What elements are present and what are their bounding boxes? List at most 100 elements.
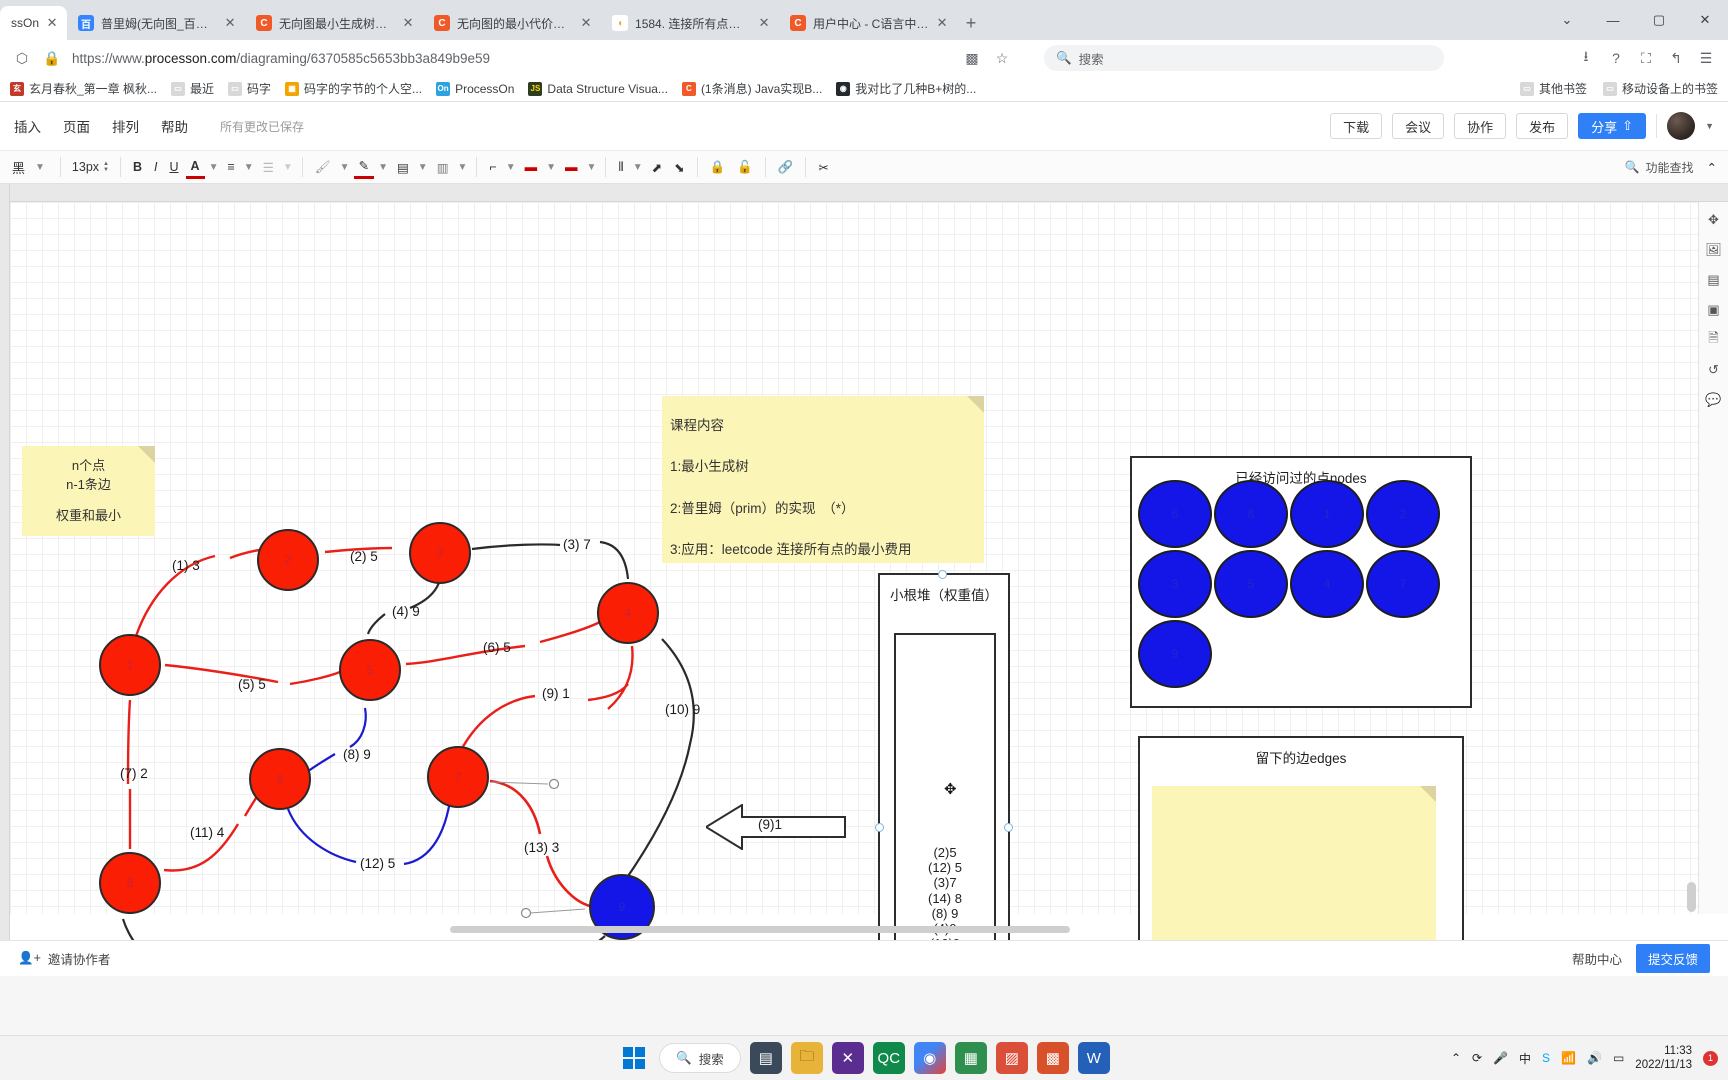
taskbar-clock[interactable]: 11:33 2022/11/13 bbox=[1635, 1044, 1692, 1073]
note-course-content[interactable]: 课程内容 1:最小生成树 2:普里姆（prim）的实现 （*） 3:应用：lee… bbox=[662, 396, 984, 563]
share-button[interactable]: 分享 ⇧ bbox=[1578, 113, 1647, 139]
menu-icon[interactable]: ☰ bbox=[1696, 48, 1716, 68]
new-tab-button[interactable]: + bbox=[957, 9, 985, 37]
tray-skype-icon[interactable]: S bbox=[1542, 1051, 1550, 1065]
download-icon[interactable]: ⭳ bbox=[1576, 48, 1596, 68]
search-input[interactable]: 🔍 搜索 bbox=[1044, 45, 1444, 71]
tray-battery-icon[interactable]: ▭ bbox=[1613, 1051, 1624, 1065]
italic-button[interactable]: I bbox=[149, 155, 162, 179]
download-button[interactable]: 下载 bbox=[1330, 113, 1383, 139]
minimize-icon[interactable]: — bbox=[1590, 3, 1636, 37]
stepper-icon[interactable]: ▲ ▼ bbox=[103, 161, 109, 173]
graph-node[interactable]: 5 bbox=[339, 639, 401, 701]
menu-item-insert[interactable]: 插入 bbox=[14, 116, 41, 136]
chevron-down-icon[interactable]: ▼ bbox=[338, 155, 352, 179]
app-icon[interactable]: ▩ bbox=[1036, 1042, 1069, 1074]
align-objects-button[interactable]: ⫴ bbox=[613, 155, 628, 179]
bookmark-star-icon[interactable]: ☆ bbox=[992, 48, 1012, 68]
curve-type-button[interactable]: ⌐ bbox=[484, 155, 501, 179]
chevron-down-icon[interactable]: ▼ bbox=[207, 155, 221, 179]
tab-close-icon[interactable]: ✕ bbox=[758, 15, 770, 31]
tray-volume-icon[interactable]: 🔊 bbox=[1587, 1051, 1602, 1065]
frame-icon[interactable]: ▣ bbox=[1703, 300, 1725, 320]
tab-close-icon[interactable]: ✕ bbox=[46, 15, 58, 31]
close-window-icon[interactable]: ✕ bbox=[1682, 3, 1728, 37]
graph-node[interactable]: 3 bbox=[409, 522, 471, 584]
line-weight-button[interactable]: ▤ bbox=[392, 155, 414, 179]
remaining-edges-note[interactable] bbox=[1152, 786, 1436, 940]
bookmark-item[interactable]: On ProcessOn bbox=[436, 81, 514, 96]
invite-collaborator-label[interactable]: 邀请协作者 bbox=[48, 949, 111, 968]
chevron-down-icon[interactable]: ▼ bbox=[504, 155, 518, 179]
collaborate-button[interactable]: 协作 bbox=[1454, 113, 1507, 139]
graph-node[interactable]: 1 bbox=[99, 634, 161, 696]
diagram-canvas[interactable]: n个点 n-1条边 权重和最小 课程内容 1:最小生成树 2:普里姆（prim）… bbox=[0, 184, 1728, 940]
start-button[interactable] bbox=[618, 1042, 650, 1074]
browser-tab[interactable]: C 无向图最小生成树Prim（普里 ✕ bbox=[245, 6, 424, 40]
qrcode-icon[interactable]: ▩ bbox=[962, 48, 982, 68]
chevron-down-icon[interactable]: ▼ bbox=[1705, 121, 1714, 131]
list-button[interactable]: ☰ bbox=[258, 155, 279, 179]
browser-tab[interactable]: ssOn ✕ bbox=[0, 6, 68, 40]
chevron-down-icon[interactable]: ▼ bbox=[242, 155, 256, 179]
line-end-button[interactable]: ▬ bbox=[560, 155, 583, 179]
bookmark-item[interactable]: JS Data Structure Visua... bbox=[528, 81, 668, 96]
visited-node[interactable]: 6 bbox=[1138, 480, 1212, 548]
lock-icon[interactable]: 🔒 bbox=[42, 48, 62, 68]
link-icon[interactable]: 🔗 bbox=[773, 155, 799, 179]
wps-icon[interactable]: W bbox=[1077, 1042, 1110, 1074]
browser-tab[interactable]: 百 普里姆(无向图_百度搜索 ✕ bbox=[67, 6, 246, 40]
bring-forward-button[interactable]: ⬈ bbox=[647, 155, 667, 179]
shield-icon[interactable]: ⬡ bbox=[12, 48, 32, 68]
visited-node[interactable]: 2 bbox=[1366, 480, 1440, 548]
bold-button[interactable]: B bbox=[128, 155, 147, 179]
graph-node[interactable]: 2 bbox=[257, 529, 319, 591]
tray-mic-icon[interactable]: 🎤 bbox=[1493, 1051, 1508, 1065]
visited-node[interactable]: 5 bbox=[1214, 550, 1288, 618]
browser-tab[interactable]: ◖ 1584. 连接所有点的最小费用 - ✕ bbox=[601, 6, 780, 40]
font-size-input[interactable]: 13px ▲ ▼ bbox=[68, 160, 113, 174]
tab-search-chevron-icon[interactable]: ⌄ bbox=[1544, 3, 1590, 37]
feature-search[interactable]: 🔍 功能查找 bbox=[1625, 159, 1700, 176]
tab-close-icon[interactable]: ✕ bbox=[224, 15, 236, 31]
browser-tab[interactable]: C 用户中心 - C语言中文网 ✕ bbox=[779, 6, 958, 40]
browser-tab[interactable]: C 无向图的最小代价生成树之普里 ✕ bbox=[423, 6, 602, 40]
text-color-button[interactable]: A bbox=[185, 155, 205, 179]
page-icon[interactable]: 🗎 bbox=[1703, 330, 1725, 350]
lock-icon[interactable]: 🔒 bbox=[705, 155, 731, 179]
chevron-down-icon[interactable]: ▼ bbox=[585, 155, 599, 179]
app-icon[interactable]: ▦ bbox=[954, 1042, 987, 1074]
chevron-down-icon[interactable]: ▼ bbox=[416, 155, 430, 179]
menu-item-help[interactable]: 帮助 bbox=[161, 116, 188, 136]
send-backward-button[interactable]: ⬊ bbox=[669, 155, 689, 179]
note-definition[interactable]: n个点 n-1条边 权重和最小 bbox=[22, 446, 155, 536]
line-start-button[interactable]: ▬ bbox=[520, 155, 543, 179]
fill-color-button[interactable]: 🖌 bbox=[310, 155, 336, 179]
mobile-bookmarks-item[interactable]: ▭ 移动设备上的书签 bbox=[1602, 80, 1718, 97]
scrollbar-thumb[interactable] bbox=[450, 926, 1070, 933]
min-heap-panel[interactable]: 小根堆（权重值） (2)5 (12) 5 (3)7 (14) 8 (8) 9 (… bbox=[875, 570, 1013, 940]
graph-node[interactable]: 8 bbox=[99, 852, 161, 914]
font-family-select[interactable]: 黑 ▼ bbox=[6, 155, 53, 179]
app-icon[interactable]: ▨ bbox=[995, 1042, 1028, 1074]
graph-node[interactable]: 6 bbox=[249, 748, 311, 810]
other-bookmarks-item[interactable]: ▭ 其他书签 bbox=[1519, 80, 1587, 97]
format-painter-icon[interactable]: ✂ bbox=[813, 155, 833, 179]
resize-handle-top[interactable] bbox=[938, 570, 947, 579]
history-icon[interactable]: ↺ bbox=[1703, 360, 1725, 380]
taskview-icon[interactable]: ▤ bbox=[749, 1042, 782, 1074]
graph-node[interactable]: 7 bbox=[427, 746, 489, 808]
tab-close-icon[interactable]: ✕ bbox=[580, 15, 592, 31]
bookmark-item[interactable]: ▭ 码字 bbox=[228, 80, 271, 97]
image-icon[interactable]: 🖼 bbox=[1703, 240, 1725, 260]
bookmark-item[interactable]: ▭ 最近 bbox=[171, 80, 214, 97]
visited-node[interactable]: 4 bbox=[1290, 550, 1364, 618]
vertical-scrollbar-thumb[interactable] bbox=[1687, 882, 1696, 912]
chrome-icon[interactable]: ◉ bbox=[913, 1042, 946, 1074]
chevron-down-icon[interactable]: ▼ bbox=[631, 155, 645, 179]
help-icon[interactable]: ? bbox=[1606, 48, 1626, 68]
visited-node[interactable]: 1 bbox=[1290, 480, 1364, 548]
file-explorer-icon[interactable]: 🗀 bbox=[790, 1042, 823, 1074]
publish-button[interactable]: 发布 bbox=[1516, 113, 1569, 139]
meeting-button[interactable]: 会议 bbox=[1392, 113, 1445, 139]
